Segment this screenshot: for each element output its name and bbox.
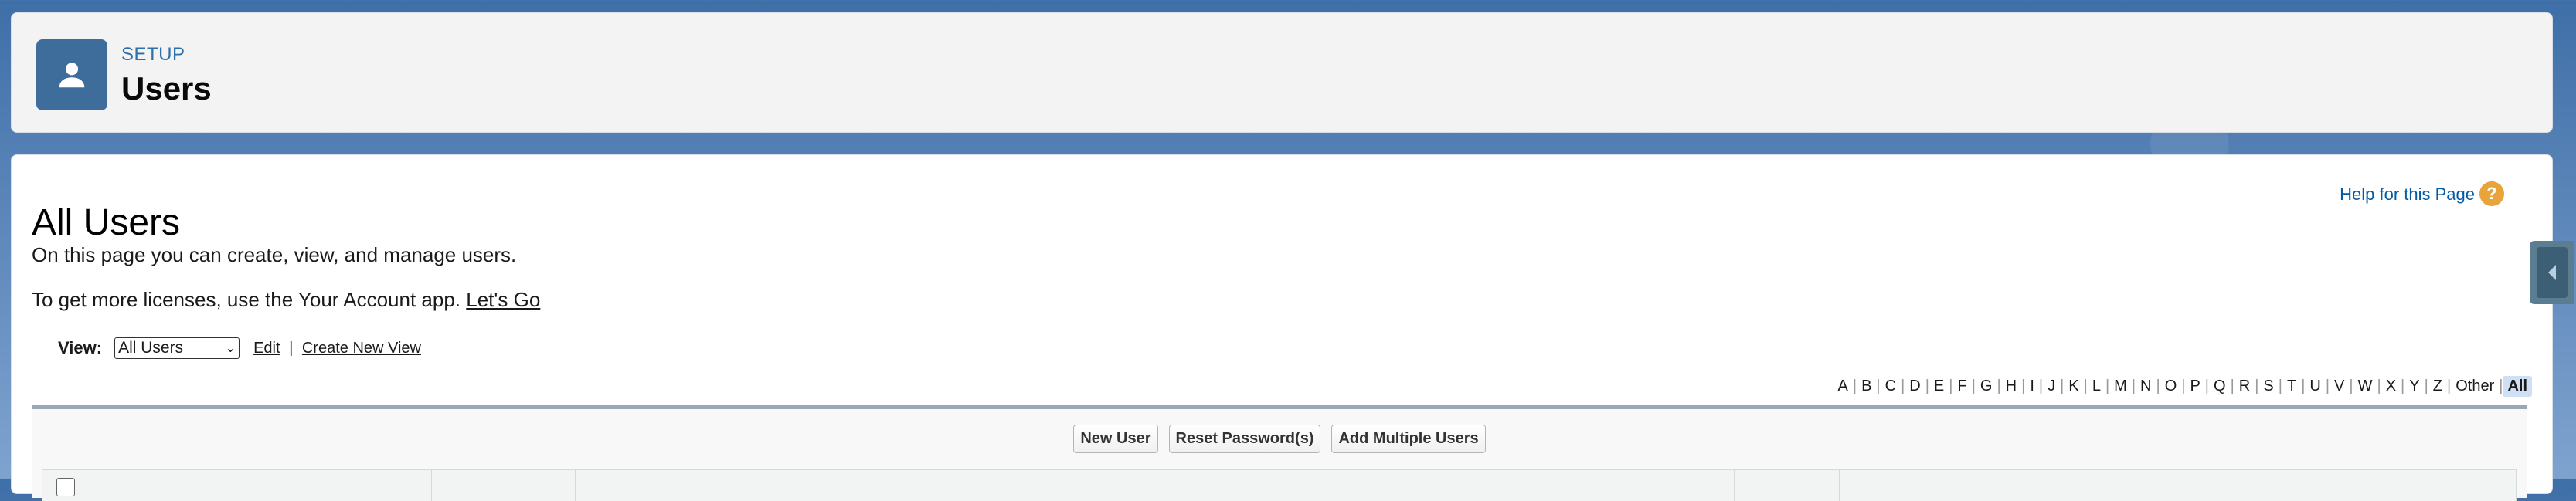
select-all-checkbox[interactable]	[56, 478, 75, 496]
create-new-view-link[interactable]: Create New View	[302, 340, 421, 357]
alphabet-filter-n[interactable]: N	[2136, 376, 2156, 397]
alphabet-filter-m[interactable]: M	[2109, 376, 2132, 397]
alphabet-filter-b[interactable]: B	[1857, 376, 1876, 397]
alphabet-filter-l[interactable]: L	[2088, 376, 2105, 397]
table-column-header[interactable]	[1840, 470, 1963, 501]
alphabet-filter-g[interactable]: G	[1976, 376, 1997, 397]
table-column-header[interactable]	[1735, 470, 1840, 501]
help-icon[interactable]: ?	[2479, 181, 2504, 206]
add-multiple-users-button[interactable]: Add Multiple Users	[1331, 425, 1486, 453]
alphabet-filter-e[interactable]: E	[1929, 376, 1949, 397]
reset-password-button[interactable]: Reset Password(s)	[1168, 425, 1321, 453]
help-link[interactable]: Help for this Page	[2340, 184, 2475, 205]
view-label: View:	[58, 338, 103, 357]
alphabet-filter-u[interactable]: U	[2305, 376, 2325, 397]
user-icon	[36, 39, 107, 110]
alphabet-filter-r[interactable]: R	[2234, 376, 2255, 397]
alphabet-filter-q[interactable]: Q	[2209, 376, 2231, 397]
alphabet-filter-y[interactable]: Y	[2404, 376, 2424, 397]
chevron-left-icon	[2548, 265, 2556, 280]
table-column-header[interactable]	[576, 470, 1735, 501]
main-content: All Users Help for this Page ? On this p…	[11, 154, 2553, 501]
table-header-row	[42, 469, 2517, 501]
lets-go-link[interactable]: Let's Go	[466, 288, 540, 311]
alphabet-filter-s[interactable]: S	[2258, 376, 2278, 397]
alphabet-filter-v[interactable]: V	[2330, 376, 2349, 397]
alphabet-filter-k[interactable]: K	[2064, 376, 2083, 397]
side-panel-toggle-inner	[2537, 247, 2568, 298]
view-links-separator: |	[289, 339, 294, 357]
chevron-down-icon: ⌄	[225, 342, 236, 355]
view-links: Edit | Create New View	[253, 340, 421, 357]
setup-eyebrow: SETUP	[121, 44, 185, 65]
alphabet-filter-o[interactable]: O	[2160, 376, 2182, 397]
alphabet-filter-f[interactable]: F	[1952, 376, 1971, 397]
alphabet-filter-p[interactable]: P	[2185, 376, 2204, 397]
alphabet-filter-x[interactable]: X	[2381, 376, 2401, 397]
alphabet-filter-z[interactable]: Z	[2428, 376, 2447, 397]
list-button-row: New User Reset Password(s) Add Multiple …	[32, 425, 2527, 453]
new-user-button[interactable]: New User	[1073, 425, 1158, 453]
side-panel-toggle[interactable]	[2530, 241, 2574, 304]
alphabet-filter-h[interactable]: H	[2001, 376, 2021, 397]
alphabet-filter-a[interactable]: A	[1833, 376, 1853, 397]
alphabet-filter-c[interactable]: C	[1881, 376, 1901, 397]
table-column-header[interactable]	[1963, 470, 2517, 501]
edit-view-link[interactable]: Edit	[253, 340, 280, 357]
user-silhouette-icon	[59, 63, 85, 88]
page-title: All Users	[32, 202, 181, 244]
alphabet-filter-j[interactable]: J	[2043, 376, 2060, 397]
licenses-message: To get more licenses, use the Your Accou…	[32, 288, 461, 311]
alphabet-filter: A | B | C | D | E | F | G | H | I | J | K | L | M | N | O | P | Q | R | S | T |…	[1833, 376, 2532, 397]
alphabet-filter-t[interactable]: T	[2282, 376, 2301, 397]
page-header: SETUP Users	[11, 12, 2553, 133]
page-header-title: Users	[121, 70, 212, 107]
user-list-panel: New User Reset Password(s) Add Multiple …	[32, 405, 2527, 501]
alphabet-filter-other[interactable]: Other	[2451, 376, 2499, 397]
alphabet-filter-i[interactable]: I	[2025, 376, 2039, 397]
table-column-header[interactable]	[432, 470, 576, 501]
view-select-value: All Users	[118, 339, 184, 357]
alphabet-filter-d[interactable]: D	[1905, 376, 1925, 397]
select-all-cell	[42, 470, 138, 501]
licenses-text: To get more licenses, use the Your Accou…	[32, 288, 540, 312]
table-column-header[interactable]	[138, 470, 432, 501]
alphabet-filter-w[interactable]: W	[2353, 376, 2377, 397]
view-select[interactable]: All Users ⌄	[114, 337, 240, 359]
view-row: View: All Users ⌄ Edit | Create New View	[58, 337, 421, 359]
alphabet-filter-all[interactable]: All	[2503, 376, 2532, 397]
page-description: On this page you can create, view, and m…	[32, 243, 517, 266]
